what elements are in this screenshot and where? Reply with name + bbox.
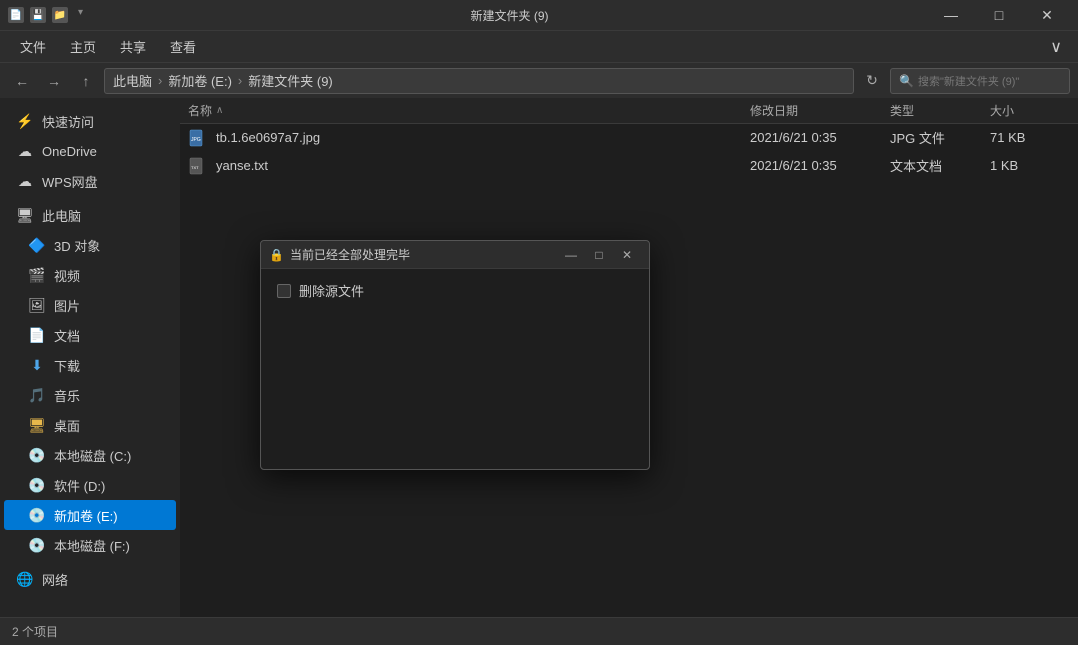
sidebar-item-desktop[interactable]: 🖥 桌面 (4, 410, 176, 440)
svg-text:TXT: TXT (191, 165, 199, 170)
jpg-file-icon: JPG (188, 128, 208, 148)
minimize-button[interactable]: — (928, 0, 974, 30)
file-list-header: 名称 ∧ 修改日期 类型 大小 (180, 98, 1078, 124)
dialog-lock-icon: 🔒 (269, 248, 284, 262)
jpg-type: JPG 文件 (890, 128, 990, 147)
sidebar-item-music[interactable]: 🎵 音乐 (4, 380, 176, 410)
d-drive-icon: 💿 (28, 477, 46, 494)
address-bar[interactable]: 此电脑 › 新加卷 (E:) › 新建文件夹 (9) (104, 68, 854, 94)
status-text: 2 个项目 (12, 623, 58, 640)
sidebar-item-quickaccess[interactable]: ⚡ 快速访问 (4, 106, 176, 136)
music-icon: 🎵 (28, 387, 46, 404)
txt-file-icon: TXT (188, 156, 208, 176)
onedrive-icon: ☁ (16, 143, 34, 160)
sidebar-item-f[interactable]: 💿 本地磁盘 (F:) (4, 530, 176, 560)
sidebar-item-network[interactable]: 🌐 网络 (4, 564, 176, 594)
dialog-minimize-btn[interactable]: — (557, 244, 585, 266)
save-icon: 💾 (30, 7, 46, 23)
thispc-icon: 🖥 (16, 207, 34, 224)
sidebar-item-e[interactable]: 💿 新加卷 (E:) (4, 500, 176, 530)
pictures-icon: 🖼 (28, 297, 46, 314)
docs-icon: 📄 (28, 327, 46, 344)
txt-type: 文本文档 (890, 156, 990, 175)
sidebar-item-c[interactable]: 💿 本地磁盘 (C:) (4, 440, 176, 470)
doc-icon: 📄 (8, 7, 24, 23)
breadcrumb-drive: 新加卷 (E:) (168, 71, 232, 90)
breadcrumb-computer: 此电脑 (113, 71, 152, 90)
txt-filename: yanse.txt (216, 158, 750, 173)
sidebar-item-3d[interactable]: 🔷 3D 对象 (4, 230, 176, 260)
close-button[interactable]: ✕ (1024, 0, 1070, 30)
title-bar: 📄 💾 📁 ▾ 新建文件夹 (9) — □ ✕ (0, 0, 1078, 30)
search-bar[interactable]: 🔍 搜索"新建文件夹 (9)" (890, 68, 1070, 94)
sidebar-item-video[interactable]: 🎬 视频 (4, 260, 176, 290)
search-placeholder: 搜索"新建文件夹 (9)" (918, 73, 1019, 89)
f-drive-icon: 💿 (28, 537, 46, 554)
menu-chevron[interactable]: ∨ (1042, 33, 1070, 61)
sidebar-item-downloads[interactable]: ⬇ 下载 (4, 350, 176, 380)
c-drive-icon: 💿 (28, 447, 46, 464)
sidebar-item-pictures[interactable]: 🖼 图片 (4, 290, 176, 320)
dialog-close-btn[interactable]: ✕ (613, 244, 641, 266)
quickaccess-icon: ⚡ (16, 113, 34, 130)
wps-icon: ☁ (16, 173, 34, 190)
col-name-header[interactable]: 名称 ∧ (188, 102, 750, 119)
forward-button[interactable]: → (40, 67, 68, 95)
title-bar-quick-icons: 📄 💾 📁 ▾ (8, 7, 83, 23)
sidebar-item-wps[interactable]: ☁ WPS网盘 (4, 166, 176, 196)
col-type-header[interactable]: 类型 (890, 102, 990, 119)
col-date-header[interactable]: 修改日期 (750, 102, 890, 119)
nav-bar: ← → ↑ 此电脑 › 新加卷 (E:) › 新建文件夹 (9) ↻ 🔍 搜索"… (0, 62, 1078, 98)
status-bar: 2 个项目 (0, 617, 1078, 645)
jpg-date: 2021/6/21 0:35 (750, 130, 890, 145)
maximize-button[interactable]: □ (976, 0, 1022, 30)
3d-icon: 🔷 (28, 237, 46, 254)
menu-home[interactable]: 主页 (58, 33, 108, 60)
sidebar-item-onedrive[interactable]: ☁ OneDrive (4, 136, 176, 166)
search-icon: 🔍 (899, 74, 914, 88)
txt-date: 2021/6/21 0:35 (750, 158, 890, 173)
back-button[interactable]: ← (8, 67, 36, 95)
svg-text:JPG: JPG (191, 137, 201, 143)
sidebar-quick-section: ⚡ 快速访问 ☁ OneDrive ☁ WPS网盘 (0, 106, 180, 196)
jpg-filename: tb.1.6e0697a7.jpg (216, 130, 750, 145)
dialog-title-bar: 🔒 当前已经全部处理完毕 — □ ✕ (261, 241, 649, 269)
sidebar: ⚡ 快速访问 ☁ OneDrive ☁ WPS网盘 🖥 此电脑 🔷 3D 对象 (0, 98, 180, 617)
e-drive-icon: 💿 (28, 507, 46, 524)
menu-bar: 文件 主页 共享 查看 ∨ (0, 30, 1078, 62)
sort-arrow: ∧ (216, 105, 223, 116)
folder-icon: 📁 (52, 7, 68, 23)
dialog-content: 删除源文件 (261, 269, 649, 469)
sidebar-network-section: 🌐 网络 (0, 564, 180, 594)
txt-size: 1 KB (990, 158, 1070, 173)
menu-file[interactable]: 文件 (8, 33, 58, 60)
desktop-icon: 🖥 (28, 417, 46, 434)
menu-share[interactable]: 共享 (108, 33, 158, 60)
video-icon: 🎬 (28, 267, 46, 284)
file-row-txt[interactable]: TXT yanse.txt 2021/6/21 0:35 文本文档 1 KB (180, 152, 1078, 180)
sidebar-item-d[interactable]: 💿 软件 (D:) (4, 470, 176, 500)
sep1: › (158, 73, 162, 88)
sidebar-item-thispc[interactable]: 🖥 此电脑 (4, 200, 176, 230)
dialog-maximize-btn[interactable]: □ (585, 244, 613, 266)
delete-source-checkbox[interactable] (277, 284, 291, 298)
col-size-header[interactable]: 大小 (990, 102, 1070, 119)
sidebar-item-docs[interactable]: 📄 文档 (4, 320, 176, 350)
dialog-title: 当前已经全部处理完毕 (290, 246, 557, 263)
window-title: 新建文件夹 (9) (91, 7, 928, 24)
delete-source-label: 删除源文件 (299, 281, 364, 300)
jpg-size: 71 KB (990, 130, 1070, 145)
refresh-button[interactable]: ↻ (858, 67, 886, 95)
downloads-icon: ⬇ (28, 357, 46, 374)
dialog[interactable]: 🔒 当前已经全部处理完毕 — □ ✕ 删除源文件 (260, 240, 650, 470)
network-icon: 🌐 (16, 571, 34, 588)
sep2: › (238, 73, 242, 88)
window-controls: — □ ✕ (928, 0, 1070, 30)
dialog-checkbox-row: 删除源文件 (277, 281, 633, 300)
file-row-jpg[interactable]: JPG tb.1.6e0697a7.jpg 2021/6/21 0:35 JPG… (180, 124, 1078, 152)
sidebar-pc-section: 🖥 此电脑 🔷 3D 对象 🎬 视频 🖼 图片 📄 文档 ⬇ 下载 (0, 200, 180, 560)
menu-view[interactable]: 查看 (158, 33, 208, 60)
breadcrumb-folder: 新建文件夹 (9) (248, 71, 333, 90)
up-button[interactable]: ↑ (72, 67, 100, 95)
